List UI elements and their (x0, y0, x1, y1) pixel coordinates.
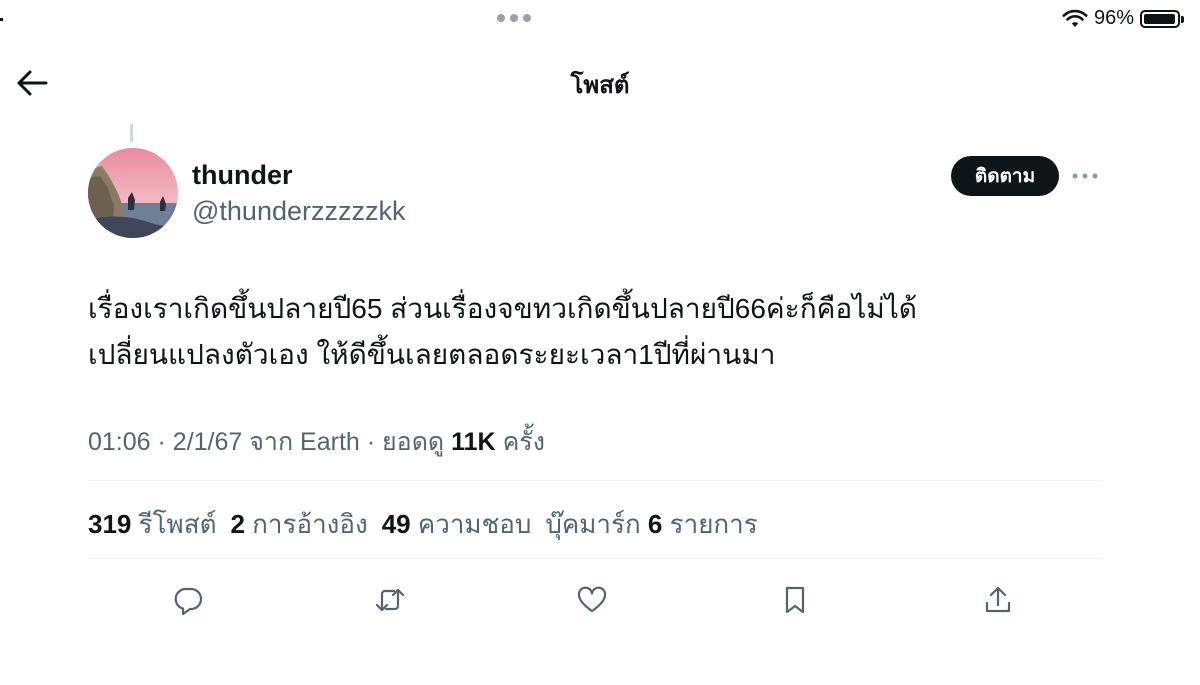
action-bar (0, 578, 1200, 622)
views-label: ยอดดู (382, 428, 445, 456)
tweet-text-line: เรื่องเราเกิดขึ้นปลายปี65 ส่วนเรื่องจขทว… (88, 293, 917, 324)
quotes-label: การอ้างอิง (252, 509, 368, 539)
quotes-count: 2 (230, 509, 245, 539)
divider (88, 480, 1102, 481)
wifi-icon (1062, 9, 1088, 27)
share-icon (985, 586, 1011, 613)
bookmarks-suffix: รายการ (669, 509, 758, 539)
tweet-meta: 01:06 · 2/1/67 จาก Earth · ยอดดู 11K ครั… (88, 422, 545, 462)
status-corner-mark (0, 18, 3, 21)
bookmark-button[interactable] (773, 578, 817, 622)
engagement-stats: 319 รีโพสต์ 2 การอ้างอิง 49 ความชอบ บุ๊ค… (88, 504, 758, 545)
tweet-source: จาก Earth (249, 428, 360, 456)
like-button[interactable] (570, 578, 614, 622)
quotes-stat[interactable]: 2 การอ้างอิง (230, 504, 367, 545)
tweet-date[interactable]: 2/1/67 (173, 428, 243, 456)
status-bar: 96% (0, 0, 1200, 40)
reply-icon (174, 587, 203, 616)
bookmark-icon (785, 586, 805, 614)
battery-icon (1140, 9, 1184, 28)
page-title: โพสต์ (570, 72, 630, 99)
status-right: 96% (1062, 7, 1184, 30)
author-handle[interactable]: @thunderzzzzzkk (192, 196, 405, 227)
battery-percent: 96% (1093, 7, 1134, 29)
repost-icon (375, 588, 405, 612)
divider (88, 558, 1102, 559)
author-display-name[interactable]: thunder (192, 160, 293, 191)
tweet-time[interactable]: 01:06 (88, 428, 151, 456)
multitask-dots-icon[interactable] (497, 14, 531, 22)
meta-separator: · (366, 428, 383, 456)
tweet-text-line: เปลี่ยนแปลงตัวเอง ให้ดีขึ้นเลยตลอดระยะเว… (88, 339, 776, 370)
header: โพสต์ (0, 45, 1200, 120)
meta-separator: · (157, 428, 173, 456)
views-count: 11K (451, 428, 496, 456)
follow-button[interactable]: ติดตาม (951, 156, 1059, 196)
views-suffix: ครั้ง (502, 428, 545, 456)
reposts-stat[interactable]: 319 รีโพสต์ (88, 504, 216, 545)
bookmarks-stat[interactable]: บุ๊คมาร์ก 6 รายการ (545, 504, 757, 545)
more-options-icon[interactable] (1070, 166, 1100, 186)
likes-stat[interactable]: 49 ความชอบ (382, 504, 532, 545)
avatar-image (88, 148, 178, 238)
reply-button[interactable] (166, 578, 210, 622)
repost-button[interactable] (368, 578, 412, 622)
likes-label: ความชอบ (417, 509, 532, 539)
thread-line (130, 124, 133, 142)
like-icon (577, 586, 607, 613)
reposts-count: 319 (88, 509, 132, 539)
avatar[interactable] (88, 148, 178, 238)
bookmarks-count: 6 (647, 509, 663, 539)
likes-count: 49 (381, 509, 411, 539)
tweet-text: เรื่องเราเกิดขึ้นปลายปี65 ส่วนเรื่องจขทว… (88, 286, 1108, 378)
share-button[interactable] (976, 578, 1020, 622)
reposts-label: รีโพสต์ (138, 509, 217, 539)
bookmarks-label: บุ๊คมาร์ก (545, 509, 641, 539)
